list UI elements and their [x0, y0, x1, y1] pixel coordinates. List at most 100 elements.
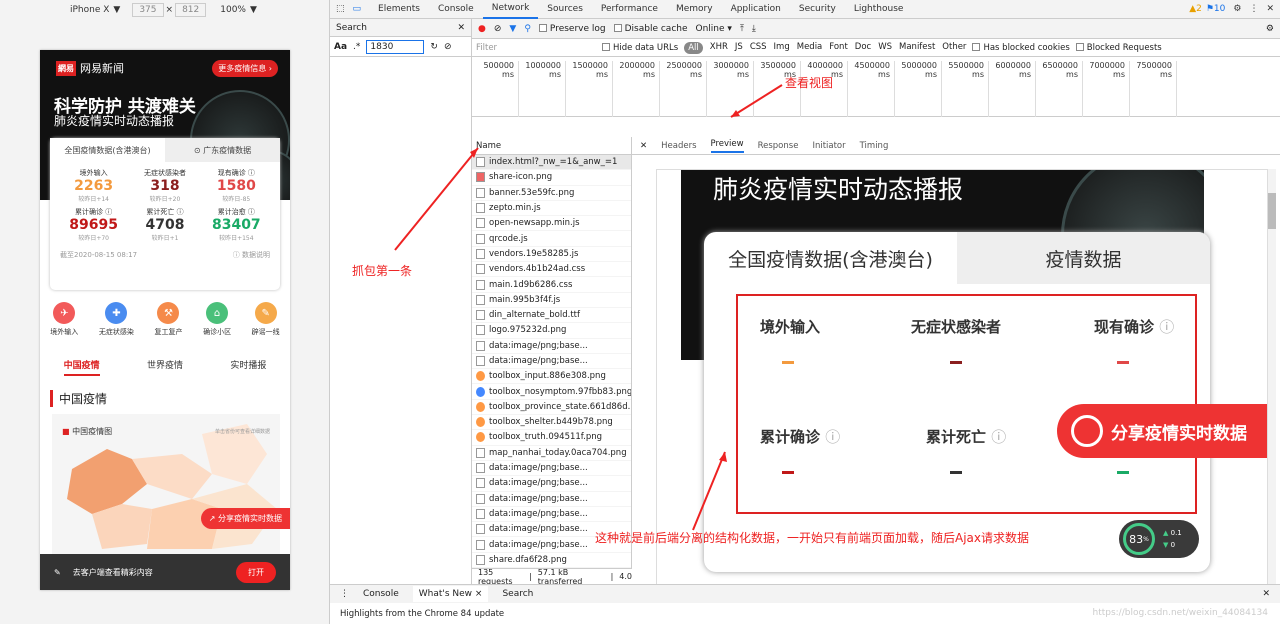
tab-application[interactable]: Application [722, 0, 790, 19]
inspect-icon[interactable]: ⬚ [330, 4, 351, 14]
detail-tab-headers[interactable]: Headers [661, 141, 696, 151]
type-filter-css[interactable]: CSS [750, 42, 767, 54]
scroll-thumb[interactable] [1268, 193, 1276, 229]
clear-icon[interactable]: ⊘ [494, 24, 502, 34]
request-row[interactable]: toolbox_truth.094511f.png [472, 430, 631, 445]
tab-lighthouse[interactable]: Lighthouse [845, 0, 913, 19]
type-filter-other[interactable]: Other [942, 42, 966, 54]
request-row[interactable]: toolbox_input.886e308.png [472, 369, 631, 384]
tab-local[interactable]: ⊙ 广东疫情数据 [165, 138, 280, 162]
tab-national[interactable]: 全国疫情数据(含港澳台) [50, 138, 165, 162]
tab-elements[interactable]: Elements [369, 0, 429, 19]
throttle-select[interactable]: Online ▾ [696, 24, 732, 34]
type-filter-all[interactable]: All [684, 42, 703, 54]
tab-performance[interactable]: Performance [592, 0, 667, 19]
close-icon[interactable]: ✕ [457, 23, 465, 33]
request-row[interactable]: open-newsapp.min.js [472, 216, 631, 231]
type-filter-js[interactable]: JS [735, 42, 743, 54]
tab-network[interactable]: Network [483, 0, 539, 19]
regex-icon[interactable]: .* [353, 42, 360, 52]
request-row[interactable]: toolbox_shelter.b449b78.png [472, 415, 631, 430]
type-filter-font[interactable]: Font [829, 42, 848, 54]
request-row[interactable]: toolbox_province_state.661d86d.png [472, 400, 631, 415]
tab-sources[interactable]: Sources [538, 0, 592, 19]
type-filter-xhr[interactable]: XHR [710, 42, 728, 54]
request-row[interactable]: qrcode.js [472, 231, 631, 246]
tab-1[interactable]: 世界疫情 [147, 358, 183, 376]
tab-console[interactable]: Console [429, 0, 483, 19]
height-field[interactable]: 812 [175, 3, 206, 17]
warning-count[interactable]: ▲2 [1189, 4, 1202, 14]
request-row[interactable]: toolbox_nosymptom.97fbb83.png [472, 384, 631, 399]
more-icon[interactable]: ⋮ [340, 589, 349, 599]
search-input[interactable]: 1830 [366, 40, 424, 54]
gear-icon[interactable]: ⚙ [1233, 4, 1241, 14]
filter-input[interactable]: Filter [476, 43, 596, 53]
more-icon[interactable]: ⋮ [1249, 4, 1258, 14]
gear-icon[interactable]: ⚙ [1266, 24, 1274, 34]
china-map[interactable]: ■ 中国疫情图 单击省份可查看详细数据 [52, 414, 280, 554]
request-row[interactable]: data:image/png;base... [472, 461, 631, 476]
request-row[interactable]: map_nanhai_today.0aca704.png [472, 446, 631, 461]
request-row[interactable]: data:image/png;base... [472, 492, 631, 507]
message-count[interactable]: ⚑10 [1206, 4, 1226, 14]
data-explain-link[interactable]: ⓘ 数据说明 [233, 250, 270, 260]
request-row[interactable]: banner.53e59fc.png [472, 186, 631, 201]
name-column-header[interactable]: Name [472, 137, 631, 155]
zoom-select[interactable]: 100% [220, 5, 246, 15]
tab-2[interactable]: 实时播报 [230, 358, 266, 376]
toolbox-item[interactable]: ⌂确诊小区 [203, 302, 231, 337]
request-row[interactable]: data:image/png;base... [472, 339, 631, 354]
close-icon[interactable]: ✕ [1266, 4, 1274, 14]
type-filter-ws[interactable]: WS [878, 42, 892, 54]
request-row[interactable]: share-icon.png [472, 170, 631, 185]
toolbox-item[interactable]: ⚒复工复产 [154, 302, 182, 337]
detail-tab-initiator[interactable]: Initiator [812, 141, 845, 151]
type-filter-media[interactable]: Media [797, 42, 823, 54]
drawer-tab-0[interactable]: Console [363, 589, 399, 599]
drawer-tab-1[interactable]: What's New × [413, 586, 489, 602]
detail-tab-timing[interactable]: Timing [860, 141, 889, 151]
request-row[interactable]: main.1d9b6286.css [472, 277, 631, 292]
request-row[interactable]: data:image/png;base... [472, 507, 631, 522]
request-row[interactable]: data:image/png;base... [472, 476, 631, 491]
more-info-button[interactable]: 更多疫情信息 › [212, 60, 278, 77]
request-row[interactable]: index.html?_nw_=1&_anw_=1 [472, 155, 631, 170]
request-row[interactable]: din_alternate_bold.ttf [472, 308, 631, 323]
toolbox-item[interactable]: ✎辟谣一线 [252, 302, 280, 337]
request-row[interactable]: share.dfa6f28.png [472, 553, 631, 568]
drawer-tab-2[interactable]: Search [502, 589, 533, 599]
request-row[interactable]: logo.975232d.png [472, 323, 631, 338]
download-icon[interactable]: ⤓ [752, 24, 756, 34]
type-filter-img[interactable]: Img [774, 42, 790, 54]
clear-icon[interactable]: ⊘ [444, 42, 452, 52]
share-button[interactable]: ↗ 分享疫情实时数据 [201, 508, 290, 529]
blocked-requests-checkbox[interactable]: Blocked Requests [1076, 43, 1162, 53]
request-row[interactable]: data:image/png;base... [472, 354, 631, 369]
detail-tab-preview[interactable]: Preview [711, 139, 744, 153]
upload-icon[interactable]: ⤒ [740, 24, 744, 34]
open-app-button[interactable]: 打开 [236, 562, 276, 583]
type-filter-doc[interactable]: Doc [855, 42, 871, 54]
request-row[interactable]: zepto.min.js [472, 201, 631, 216]
preserve-log-checkbox[interactable]: Preserve log [539, 24, 606, 34]
type-filter-manifest[interactable]: Manifest [899, 42, 935, 54]
device-select[interactable]: iPhone X [70, 5, 109, 15]
match-case-toggle[interactable]: Aa [334, 42, 347, 52]
tab-security[interactable]: Security [790, 0, 845, 19]
disable-cache-checkbox[interactable]: Disable cache [614, 24, 688, 34]
width-field[interactable]: 375 [132, 3, 163, 17]
toolbox-item[interactable]: ✚无症状感染 [99, 302, 134, 337]
timeline-overview[interactable]: 500000 ms1000000 ms1500000 ms2000000 ms2… [472, 57, 1280, 117]
request-row[interactable]: vendors.4b1b24ad.css [472, 262, 631, 277]
detail-tab-response[interactable]: Response [758, 141, 799, 151]
request-row[interactable]: main.995b3f4f.js [472, 293, 631, 308]
request-row[interactable]: vendors.19e58285.js [472, 247, 631, 262]
hide-data-urls-checkbox[interactable]: Hide data URLs [602, 43, 678, 53]
filter-icon[interactable]: ▼ [509, 24, 516, 34]
close-icon[interactable]: ✕ [640, 141, 647, 151]
tab-0[interactable]: 中国疫情 [64, 358, 100, 376]
search-icon[interactable]: ⚲ [524, 24, 531, 34]
device-toggle-icon[interactable]: ▭ [351, 4, 370, 14]
scrollbar[interactable] [1268, 169, 1276, 585]
